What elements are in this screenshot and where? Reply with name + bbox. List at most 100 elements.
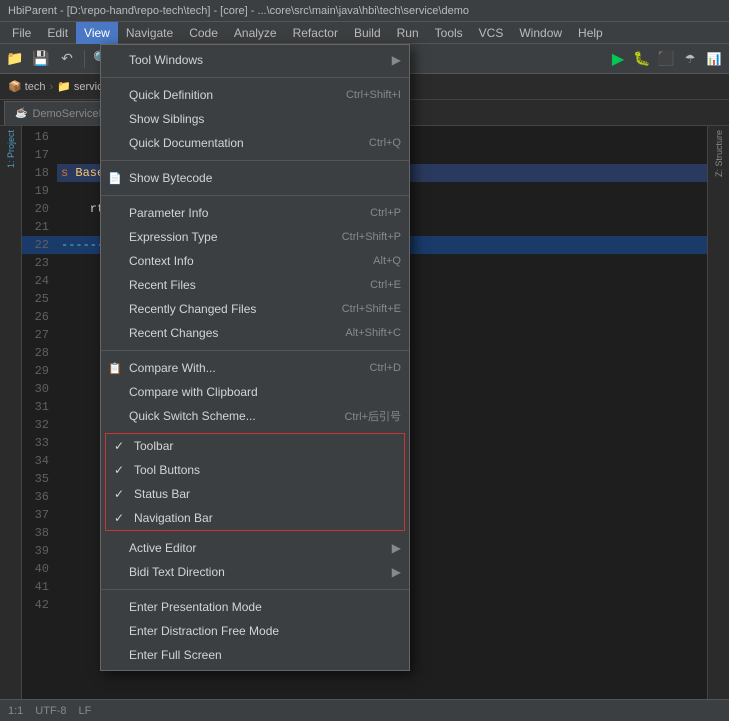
menu-full-screen[interactable]: Enter Full Screen	[101, 643, 409, 667]
menu-navigate[interactable]: Navigate	[118, 22, 181, 44]
menu-recent-changes-shortcut: Alt+Shift+C	[345, 327, 401, 339]
menu-recent-changes[interactable]: Recent Changes Alt+Shift+C	[101, 321, 409, 345]
active-editor-arrow: ▶	[392, 541, 401, 555]
nav-bar-check: ✓	[114, 511, 124, 525]
menu-vcs[interactable]: VCS	[471, 22, 512, 44]
sep-1	[101, 77, 409, 78]
tool-windows-arrow: ▶	[392, 53, 401, 67]
menu-section-modes: Enter Presentation Mode Enter Distractio…	[101, 592, 409, 670]
menu-context-info-shortcut: Alt+Q	[373, 255, 401, 267]
run-button[interactable]: ▶	[607, 48, 629, 70]
menu-compare-with[interactable]: 📋 Compare With... Ctrl+D	[101, 356, 409, 380]
structure-tab[interactable]: Z: Structure	[714, 130, 724, 177]
left-sidebar: 1: Project	[0, 126, 22, 699]
toolbar-undo[interactable]: ↶	[56, 48, 78, 70]
menu-recent-changes-label: Recent Changes	[129, 326, 218, 340]
menu-quick-doc[interactable]: Quick Documentation Ctrl+Q	[101, 131, 409, 155]
menu-expr-type-shortcut: Ctrl+Shift+P	[342, 231, 401, 243]
menu-quick-definition[interactable]: Quick Definition Ctrl+Shift+I	[101, 83, 409, 107]
menu-recent-files-shortcut: Ctrl+E	[370, 279, 401, 291]
menu-presentation-mode[interactable]: Enter Presentation Mode	[101, 595, 409, 619]
menu-recent-files[interactable]: Recent Files Ctrl+E	[101, 273, 409, 297]
menu-param-info[interactable]: Parameter Info Ctrl+P	[101, 201, 409, 225]
nav-sep1: ›	[50, 81, 54, 93]
menu-recent-files-label: Recent Files	[129, 278, 196, 292]
menu-toolbar[interactable]: ✓ Toolbar	[106, 434, 404, 458]
menu-status-bar-label: Status Bar	[134, 487, 190, 501]
menu-bidi-text[interactable]: Bidi Text Direction ▶	[101, 560, 409, 584]
menu-run[interactable]: Run	[389, 22, 427, 44]
menu-file[interactable]: File	[4, 22, 39, 44]
menu-build[interactable]: Build	[346, 22, 389, 44]
menu-section-editor: Active Editor ▶ Bidi Text Direction ▶	[101, 533, 409, 587]
menu-toolbar-label: Toolbar	[134, 439, 173, 453]
menu-expr-type-label: Expression Type	[129, 230, 218, 244]
bidi-text-arrow: ▶	[392, 565, 401, 579]
menu-show-bytecode-label: Show Bytecode	[129, 171, 212, 185]
title-text: HbiParent - [D:\repo-hand\repo-tech\tech…	[8, 5, 469, 17]
bytecode-icon: 📄	[107, 170, 123, 186]
menu-quick-switch[interactable]: Quick Switch Scheme... Ctrl+后引号	[101, 404, 409, 428]
menu-view[interactable]: View	[76, 22, 118, 44]
menu-expr-type[interactable]: Expression Type Ctrl+Shift+P	[101, 225, 409, 249]
menu-section-compare: 📋 Compare With... Ctrl+D Compare with Cl…	[101, 353, 409, 431]
menu-context-info-label: Context Info	[129, 254, 194, 268]
menu-help[interactable]: Help	[570, 22, 611, 44]
menu-quick-doc-label: Quick Documentation	[129, 136, 244, 150]
menu-window[interactable]: Window	[511, 22, 570, 44]
menu-recently-changed[interactable]: Recently Changed Files Ctrl+Shift+E	[101, 297, 409, 321]
menu-tool-buttons[interactable]: ✓ Tool Buttons	[106, 458, 404, 482]
menu-show-siblings[interactable]: Show Siblings	[101, 107, 409, 131]
status-bar-check: ✓	[114, 487, 124, 501]
sep-5	[101, 589, 409, 590]
debug-button[interactable]: 🐛	[631, 48, 653, 70]
menu-active-editor-label: Active Editor	[129, 541, 196, 555]
menu-compare-with-label: Compare With...	[129, 361, 216, 375]
menu-quick-switch-shortcut: Ctrl+后引号	[344, 408, 401, 424]
profile-button[interactable]: 📊	[703, 48, 725, 70]
menu-full-screen-label: Enter Full Screen	[129, 648, 222, 662]
menu-param-info-label: Parameter Info	[129, 206, 208, 220]
sep-3	[101, 195, 409, 196]
menu-compare-clipboard[interactable]: Compare with Clipboard	[101, 380, 409, 404]
menu-section-bytecode: 📄 Show Bytecode	[101, 163, 409, 193]
menu-tool-buttons-label: Tool Buttons	[134, 463, 200, 477]
menu-recently-changed-shortcut: Ctrl+Shift+E	[342, 303, 401, 315]
toolbar-open[interactable]: 📁	[4, 48, 26, 70]
right-panel: Z: Structure	[707, 126, 729, 699]
menu-bar: File Edit View Navigate Code Analyze Ref…	[0, 22, 729, 44]
menu-context-info[interactable]: Context Info Alt+Q	[101, 249, 409, 273]
menu-compare-with-shortcut: Ctrl+D	[370, 362, 401, 374]
sep-2	[101, 160, 409, 161]
menu-status-bar[interactable]: ✓ Status Bar	[106, 482, 404, 506]
project-tab[interactable]: 1: Project	[6, 130, 16, 168]
menu-navigation-bar-label: Navigation Bar	[134, 511, 213, 525]
menu-code[interactable]: Code	[181, 22, 226, 44]
coverage-button[interactable]: ☂	[679, 48, 701, 70]
compare-icon: 📋	[107, 360, 123, 376]
stop-button[interactable]: ⬛	[655, 48, 677, 70]
menu-tools[interactable]: Tools	[427, 22, 471, 44]
menu-navigation-bar[interactable]: ✓ Navigation Bar	[106, 506, 404, 530]
menu-quick-doc-shortcut: Ctrl+Q	[369, 137, 401, 149]
status-encoding: UTF-8	[35, 705, 66, 717]
toolbar-save[interactable]: 💾	[30, 48, 52, 70]
menu-param-info-shortcut: Ctrl+P	[370, 207, 401, 219]
view-dropdown-menu: Tool Windows ▶ Quick Definition Ctrl+Shi…	[100, 44, 410, 671]
status-cursor-pos: 1:1	[8, 705, 23, 717]
menu-section-2: Quick Definition Ctrl+Shift+I Show Sibli…	[101, 80, 409, 158]
toolbar-check: ✓	[114, 439, 124, 453]
menu-refactor[interactable]: Refactor	[285, 22, 346, 44]
menu-active-editor[interactable]: Active Editor ▶	[101, 536, 409, 560]
title-bar: HbiParent - [D:\repo-hand\repo-tech\tech…	[0, 0, 729, 22]
menu-show-bytecode[interactable]: 📄 Show Bytecode	[101, 166, 409, 190]
menu-distraction-free-label: Enter Distraction Free Mode	[129, 624, 279, 638]
menu-analyze[interactable]: Analyze	[226, 22, 285, 44]
nav-tech[interactable]: 📦 tech	[8, 80, 46, 93]
menu-distraction-free[interactable]: Enter Distraction Free Mode	[101, 619, 409, 643]
menu-section-1: Tool Windows ▶	[101, 45, 409, 75]
menu-tool-windows[interactable]: Tool Windows ▶	[101, 48, 409, 72]
status-bar: 1:1 UTF-8 LF	[0, 699, 729, 721]
menu-edit[interactable]: Edit	[39, 22, 76, 44]
sep-4	[101, 350, 409, 351]
